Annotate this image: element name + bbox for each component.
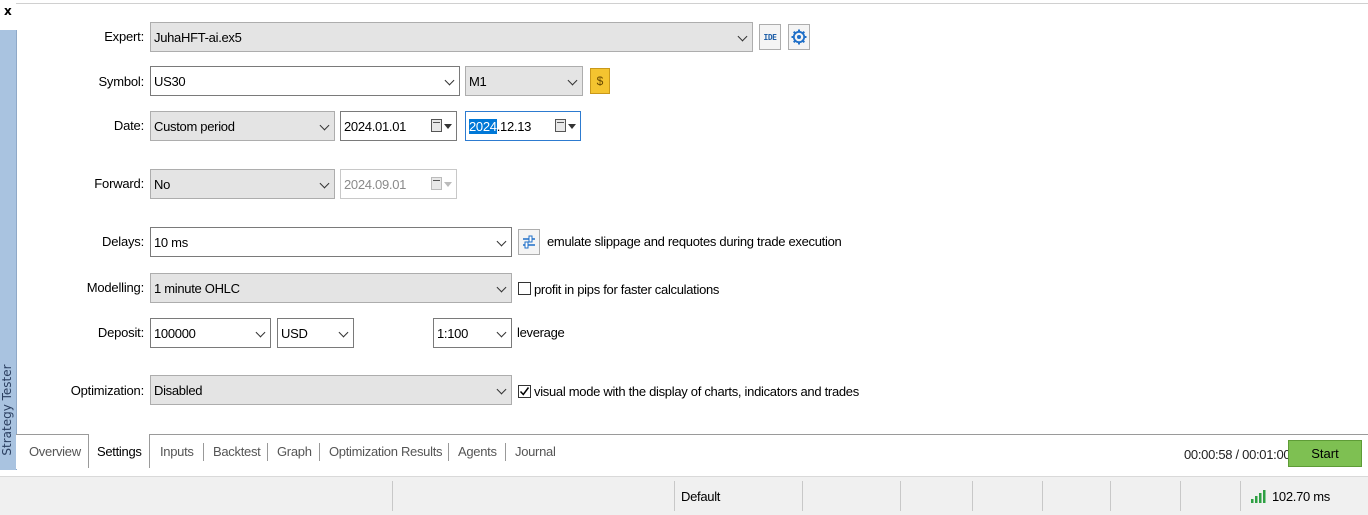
symbol-value: US30 — [154, 74, 186, 89]
checkmark-icon — [519, 387, 530, 396]
visual-mode-label: visual mode with the display of charts, … — [534, 384, 859, 399]
status-separator — [900, 481, 901, 511]
modelling-label: Modelling: — [86, 280, 144, 295]
delays-label: Delays: — [102, 234, 144, 249]
date-from-value: 2024.01.01 — [344, 119, 407, 134]
date-label: Date: — [113, 118, 144, 133]
profile-name: Default — [681, 489, 721, 504]
ping-value: 102.70 ms — [1272, 489, 1331, 504]
leverage-label: leverage — [517, 325, 565, 340]
ide-button[interactable]: IDE — [759, 24, 781, 50]
status-separator — [1180, 481, 1181, 511]
leverage-select[interactable]: 1:100 — [433, 318, 512, 348]
close-icon[interactable]: x — [4, 4, 12, 18]
tab-inputs[interactable]: Inputs — [160, 441, 194, 463]
tab-separator — [267, 443, 268, 461]
symbol-label: Symbol: — [98, 74, 144, 89]
tab-separator — [203, 443, 204, 461]
dollar-icon[interactable]: $ — [590, 68, 610, 94]
delays-value: 10 ms — [154, 235, 188, 250]
expert-label: Expert: — [104, 29, 144, 44]
expert-select[interactable]: JuhaHFT-ai.ex5 — [150, 22, 753, 52]
tab-separator — [505, 443, 506, 461]
forward-date-picker: 2024.09.01 — [340, 169, 457, 199]
slippage-label: emulate slippage and requotes during tra… — [547, 234, 842, 249]
tab-agents[interactable]: Agents — [458, 441, 497, 463]
visual-mode-checkbox[interactable] — [518, 385, 531, 398]
status-separator — [674, 481, 675, 511]
ide-label: IDE — [763, 32, 777, 42]
date-to-picker[interactable]: 2024.12.13 — [465, 111, 581, 141]
slippage-settings-button[interactable] — [518, 229, 540, 255]
tab-graph[interactable]: Graph — [277, 441, 312, 463]
tab-separator — [319, 443, 320, 461]
forward-value: No — [154, 177, 171, 192]
calendar-icon — [431, 177, 442, 190]
forward-select[interactable]: No — [150, 169, 335, 199]
modelling-value: 1 minute OHLC — [154, 281, 240, 296]
status-separator — [1042, 481, 1043, 511]
currency-select[interactable]: USD — [277, 318, 354, 348]
start-button[interactable]: Start — [1288, 440, 1362, 467]
leverage-value: 1:100 — [437, 326, 469, 341]
status-separator — [1240, 481, 1241, 511]
sliders-icon — [523, 235, 535, 249]
tab-settings[interactable]: Settings — [97, 441, 142, 463]
pips-checkbox-label: profit in pips for faster calculations — [534, 282, 720, 297]
timeframe-select[interactable]: M1 — [465, 66, 583, 96]
optimization-label: Optimization: — [70, 383, 144, 398]
date-to-selected: 2024 — [469, 119, 497, 134]
calendar-icon[interactable] — [431, 119, 442, 132]
status-separator — [802, 481, 803, 511]
top-divider — [16, 3, 1368, 4]
tab-optimization-results[interactable]: Optimization Results — [329, 441, 443, 463]
date-mode-value: Custom period — [154, 119, 235, 134]
date-from-picker[interactable]: 2024.01.01 — [340, 111, 457, 141]
gear-icon — [791, 29, 807, 45]
signal-icon — [1251, 490, 1266, 503]
tab-separator — [448, 443, 449, 461]
expert-settings-button[interactable] — [788, 24, 810, 50]
forward-date-value: 2024.09.01 — [344, 177, 407, 192]
deposit-amount-select[interactable]: 100000 — [150, 318, 271, 348]
side-title: Strategy Tester — [0, 364, 14, 456]
timer: 00:00:58 / 00:01:00 — [1184, 447, 1291, 462]
date-to-rest: .12.13 — [496, 119, 532, 134]
status-separator — [972, 481, 973, 511]
status-separator — [392, 481, 393, 511]
optimization-value: Disabled — [154, 383, 203, 398]
optimization-select[interactable]: Disabled — [150, 375, 512, 405]
delays-select[interactable]: 10 ms — [150, 227, 512, 257]
forward-label: Forward: — [94, 176, 144, 191]
deposit-amount-value: 100000 — [154, 326, 196, 341]
timeframe-value: M1 — [469, 74, 487, 89]
date-mode-select[interactable]: Custom period — [150, 111, 335, 141]
modelling-select[interactable]: 1 minute OHLC — [150, 273, 512, 303]
deposit-label: Deposit: — [97, 325, 144, 340]
symbol-select[interactable]: US30 — [150, 66, 460, 96]
pips-checkbox[interactable] — [518, 282, 531, 295]
tab-journal[interactable]: Journal — [515, 441, 556, 463]
calendar-icon[interactable] — [555, 119, 566, 132]
tab-backtest[interactable]: Backtest — [213, 441, 261, 463]
currency-value: USD — [281, 326, 308, 341]
expert-value: JuhaHFT-ai.ex5 — [154, 30, 242, 45]
tab-overview[interactable]: Overview — [29, 441, 81, 463]
status-separator — [1110, 481, 1111, 511]
